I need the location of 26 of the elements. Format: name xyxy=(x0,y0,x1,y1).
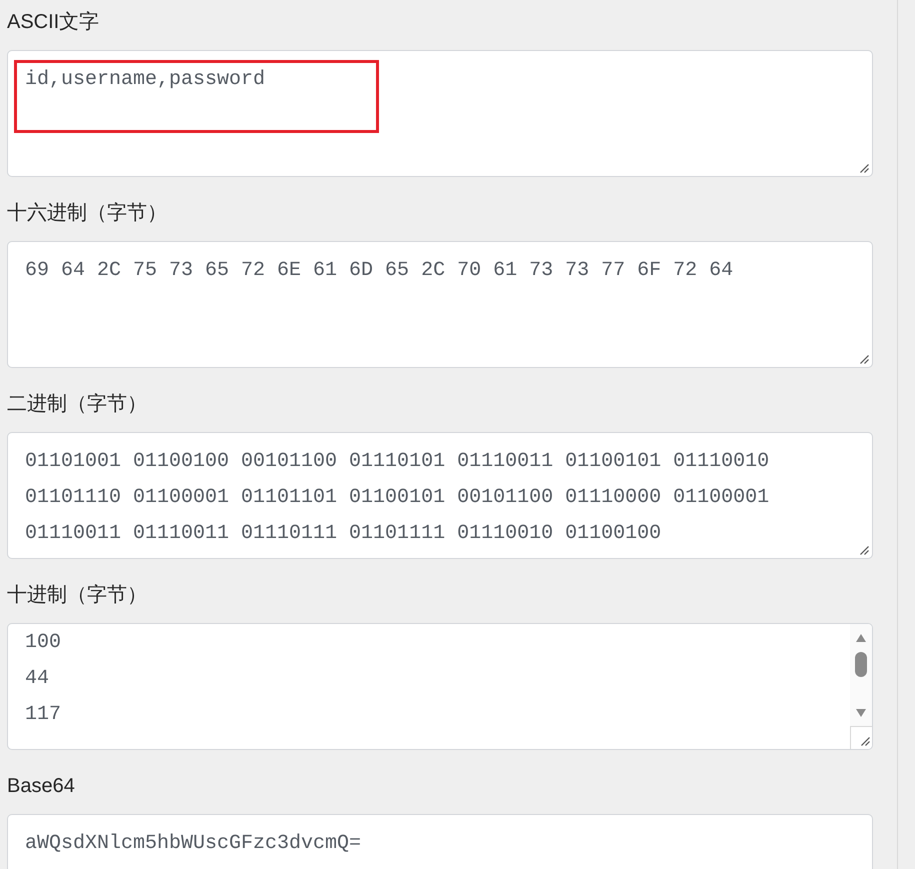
resize-grip-icon[interactable] xyxy=(860,355,869,364)
field-text: 117 xyxy=(25,702,62,728)
field-label: 十六进制（字节） xyxy=(7,201,167,226)
field-text: 100 xyxy=(25,630,62,656)
field-text: 44 xyxy=(25,666,50,692)
scrollbar[interactable] xyxy=(850,624,872,726)
field-label: ASCII文字 xyxy=(7,10,100,35)
scroll-up-arrow-icon[interactable] xyxy=(856,634,866,642)
field-label: Base64 xyxy=(7,774,75,799)
resize-corner[interactable] xyxy=(850,726,872,749)
resize-grip-icon[interactable] xyxy=(861,737,870,746)
resize-grip-icon[interactable] xyxy=(860,546,869,555)
text-area[interactable]: id,username,password xyxy=(7,50,873,177)
text-area[interactable]: aWQsdXNlcm5hbWUscGFzc3dvcmQ= xyxy=(7,814,873,869)
scrollbar-thumb[interactable] xyxy=(855,652,867,677)
text-area[interactable]: 01101001 01100100 00101100 01110101 01110011 01100101 01110010 01101110 01100001 01101101 01100101 00101100 01110000 01100001 01110011 01110011 01110111 01101111 01110010 01100100 xyxy=(7,432,873,559)
text-area[interactable]: 69 64 2C 75 73 65 72 6E 61 6D 65 2C 70 61 73 73 77 6F 72 64 xyxy=(7,241,873,368)
scroll-down-arrow-icon[interactable] xyxy=(856,709,866,717)
field-label: 二进制（字节） xyxy=(7,392,147,417)
field-text: 69 64 2C 75 73 65 72 6E 61 6D 65 2C 70 61 73 73 77 6F 72 64 xyxy=(25,258,734,284)
field-text: aWQsdXNlcm5hbWUscGFzc3dvcmQ= xyxy=(25,831,362,857)
text-area[interactable]: 100 44 117 xyxy=(7,623,873,750)
field-label: 十进制（字节） xyxy=(7,583,147,608)
field-text: id,username,password xyxy=(25,67,266,93)
resize-grip-icon[interactable] xyxy=(860,164,869,173)
field-text: 01101001 01100100 00101100 01110101 01110011 01100101 01110010 01101110 01100001 01101101 01100101 00101100 01110000 01100001 01110011 01110011 01110111 01101111 01110010 01100100 xyxy=(25,449,770,547)
